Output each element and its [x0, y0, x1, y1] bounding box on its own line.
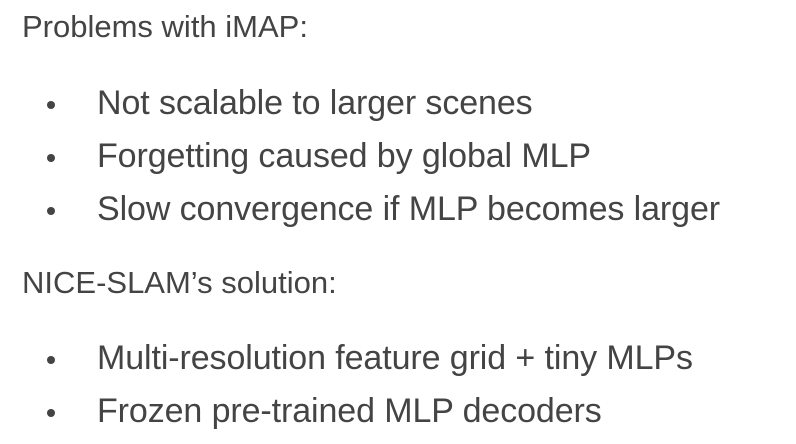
bullet-icon	[47, 409, 55, 417]
slide: Problems with iMAP: Not scalable to larg…	[0, 0, 796, 439]
bullet-icon	[47, 154, 55, 162]
bullet-icon	[47, 207, 55, 215]
bullet-text: Not scalable to larger scenes	[97, 84, 533, 122]
problems-heading: Problems with iMAP:	[22, 9, 308, 44]
bullet-icon	[47, 356, 55, 364]
bullet-text: Forgetting caused by global MLP	[97, 137, 591, 175]
bullet-text: Slow convergence if MLP becomes larger	[97, 190, 720, 228]
solution-heading: NICE-SLAM’s solution:	[22, 265, 337, 300]
bullet-text: Multi-resolution feature grid + tiny MLP…	[97, 339, 693, 377]
bullet-text: Frozen pre-trained MLP decoders	[97, 392, 602, 430]
bullet-icon	[47, 101, 55, 109]
